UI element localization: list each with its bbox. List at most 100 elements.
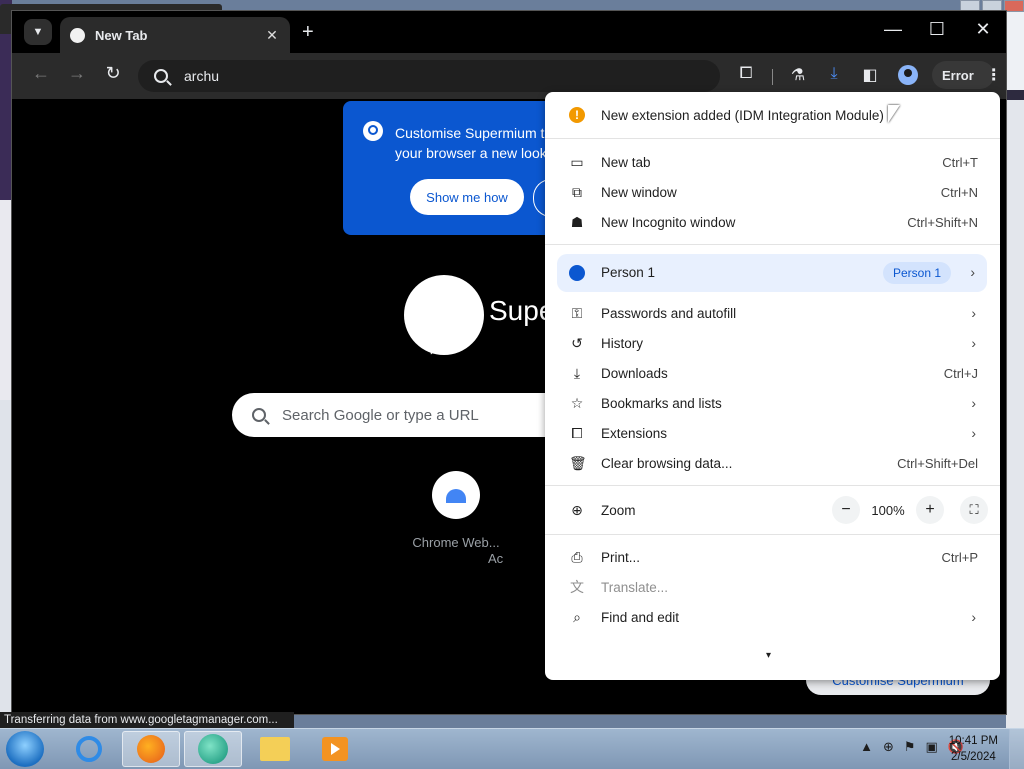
- windows-taskbar: ▲ ⊕ ⚑ ▣ 🔇 10:41 PM 2/5/2024: [0, 728, 1024, 769]
- menu-item-new-window[interactable]: ⧉ New window Ctrl+N: [545, 177, 1000, 207]
- chevron-right-icon: ›: [971, 395, 976, 411]
- menu-item-new-tab[interactable]: ▭ New tab Ctrl+T: [545, 147, 1000, 177]
- taskbar-supermium[interactable]: [184, 731, 242, 767]
- menu-item-downloads[interactable]: ⤓ Downloads Ctrl+J: [545, 358, 1000, 388]
- ntp-search-box[interactable]: Search Google or type a URL: [232, 393, 562, 437]
- menu-item-incognito[interactable]: ☗ New Incognito window Ctrl+Shift+N: [545, 207, 1000, 237]
- menu-shortcut: Ctrl+J: [943, 365, 978, 381]
- tab-strip: ▼ New Tab ✕ + — ☐ ✕: [12, 11, 1006, 53]
- menu-item-extensions[interactable]: ⧠ Extensions ›: [545, 418, 1000, 448]
- profile-badge: Person 1: [882, 262, 951, 284]
- menu-item-label: Clear browsing data...: [601, 455, 733, 471]
- error-menu-button[interactable]: Error ⋮: [932, 61, 1002, 89]
- forward-button[interactable]: →: [64, 63, 90, 84]
- close-window-button[interactable]: ✕: [968, 19, 998, 40]
- chevron-right-icon: ›: [971, 335, 976, 351]
- menu-scroll-down-icon[interactable]: ▾: [766, 650, 771, 661]
- menu-item-label: Print...: [601, 549, 641, 565]
- zoom-out-button[interactable]: −: [832, 496, 860, 524]
- download-icon[interactable]: ⤓: [822, 65, 846, 83]
- menu-item-label: Zoom: [601, 502, 636, 518]
- chrome-web-store-icon: [432, 471, 480, 519]
- app-menu: ! New extension added (IDM Integration M…: [545, 92, 1000, 680]
- taskbar-firefox[interactable]: [122, 731, 180, 767]
- zoom-in-button[interactable]: +: [916, 496, 944, 524]
- chevron-down-icon: ▼: [32, 26, 44, 38]
- back-button[interactable]: ←: [28, 63, 54, 84]
- firefox-icon: [137, 735, 165, 763]
- omnibox[interactable]: [138, 60, 720, 92]
- menu-item-label: Passwords and autofill: [601, 305, 737, 321]
- media-player-icon: [322, 737, 348, 761]
- alert-icon: !: [569, 107, 585, 123]
- taskbar-clock[interactable]: 10:41 PM 2/5/2024: [949, 733, 998, 765]
- network-globe-icon[interactable]: ⊕: [883, 739, 894, 755]
- menu-item-history[interactable]: ↺ History ›: [545, 328, 1000, 358]
- menu-shortcut: Ctrl+T: [942, 154, 978, 170]
- menu-divider: [545, 138, 1000, 139]
- clock-time: 10:41 PM: [948, 735, 998, 747]
- taskbar-internet-explorer[interactable]: [60, 731, 118, 767]
- menu-item-label: New Incognito window: [601, 214, 736, 230]
- menu-item-label: Downloads: [601, 365, 668, 381]
- fullscreen-button[interactable]: ⛶: [960, 496, 988, 524]
- puzzle-icon: ⧠: [571, 424, 583, 441]
- taskbar-explorer[interactable]: [246, 731, 304, 767]
- labs-icon[interactable]: ⚗: [786, 65, 810, 85]
- menu-item-label: History: [601, 335, 644, 351]
- show-hidden-icons-icon[interactable]: ▲: [860, 739, 873, 755]
- menu-divider: [545, 534, 1000, 535]
- extensions-icon[interactable]: ⧠: [734, 65, 758, 83]
- trash-icon: 🗑: [569, 454, 587, 471]
- tab-search-button[interactable]: ▼: [24, 19, 52, 45]
- menu-item-bookmarks[interactable]: ☆ Bookmarks and lists ›: [545, 388, 1000, 418]
- shortcut-tile[interactable]: Ac: [488, 471, 548, 566]
- start-button[interactable]: [6, 731, 44, 767]
- star-icon: ☆: [570, 394, 584, 411]
- menu-item-clear-data[interactable]: 🗑 Clear browsing data... Ctrl+Shift+Del: [545, 448, 1000, 478]
- new-tab-icon: ▭: [570, 153, 584, 170]
- supermium-logo: [404, 275, 484, 355]
- menu-item-find-edit[interactable]: ⌕ Find and edit ›: [545, 602, 1000, 632]
- zoom-controls: − 100% + ⛶: [832, 496, 988, 524]
- key-icon: ⚿: [571, 304, 583, 321]
- menu-shortcut: Ctrl+N: [940, 184, 978, 200]
- maximize-button[interactable]: ☐: [922, 19, 952, 40]
- ntp-search-placeholder: Search Google or type a URL: [282, 406, 479, 424]
- menu-item-person[interactable]: Person 1 Person 1 ›: [557, 254, 987, 292]
- tab-close-icon[interactable]: ✕: [264, 27, 280, 44]
- search-icon: [252, 408, 266, 422]
- menu-shortcut: Ctrl+P: [941, 549, 978, 565]
- menu-item-passwords[interactable]: ⚿ Passwords and autofill ›: [545, 298, 1000, 328]
- supermium-icon: [198, 734, 228, 764]
- show-desktop-button[interactable]: [1009, 729, 1024, 769]
- taskbar-media-player[interactable]: [306, 731, 364, 767]
- menu-divider: [545, 485, 1000, 486]
- toolbar-divider: [772, 69, 773, 85]
- menu-item-translate[interactable]: 文 Translate...: [545, 572, 1000, 602]
- new-tab-button[interactable]: +: [302, 21, 314, 44]
- menu-item-print[interactable]: ⎙ Print... Ctrl+P: [545, 542, 1000, 572]
- show-me-how-button[interactable]: Show me how: [410, 179, 524, 215]
- extension-alert-item[interactable]: ! New extension added (IDM Integration M…: [545, 100, 1000, 130]
- tab-new-tab[interactable]: New Tab ✕: [60, 17, 290, 53]
- menu-divider: [545, 244, 1000, 245]
- minimize-button[interactable]: —: [878, 19, 908, 40]
- search-icon: [154, 69, 168, 83]
- address-bar-input[interactable]: [182, 67, 686, 85]
- menu-item-label: Translate...: [601, 579, 669, 595]
- folder-icon: [260, 737, 290, 761]
- action-center-flag-icon[interactable]: ⚑: [904, 739, 916, 755]
- reload-button[interactable]: ↻: [100, 63, 126, 84]
- menu-item-label: Find and edit: [601, 609, 680, 625]
- incognito-icon: ☗: [570, 213, 584, 230]
- download-icon: ⤓: [573, 364, 581, 381]
- side-panel-icon[interactable]: ◧: [858, 65, 882, 85]
- chevron-right-icon: ›: [971, 425, 976, 441]
- menu-item-label: New extension added (IDM Integration Mod…: [601, 107, 884, 123]
- lightbulb-icon: [363, 121, 383, 141]
- display-icon[interactable]: ▣: [926, 739, 938, 755]
- menu-shortcut: Ctrl+Shift+Del: [897, 455, 978, 471]
- chevron-right-icon: ›: [971, 609, 976, 625]
- profile-avatar-icon[interactable]: [898, 65, 918, 85]
